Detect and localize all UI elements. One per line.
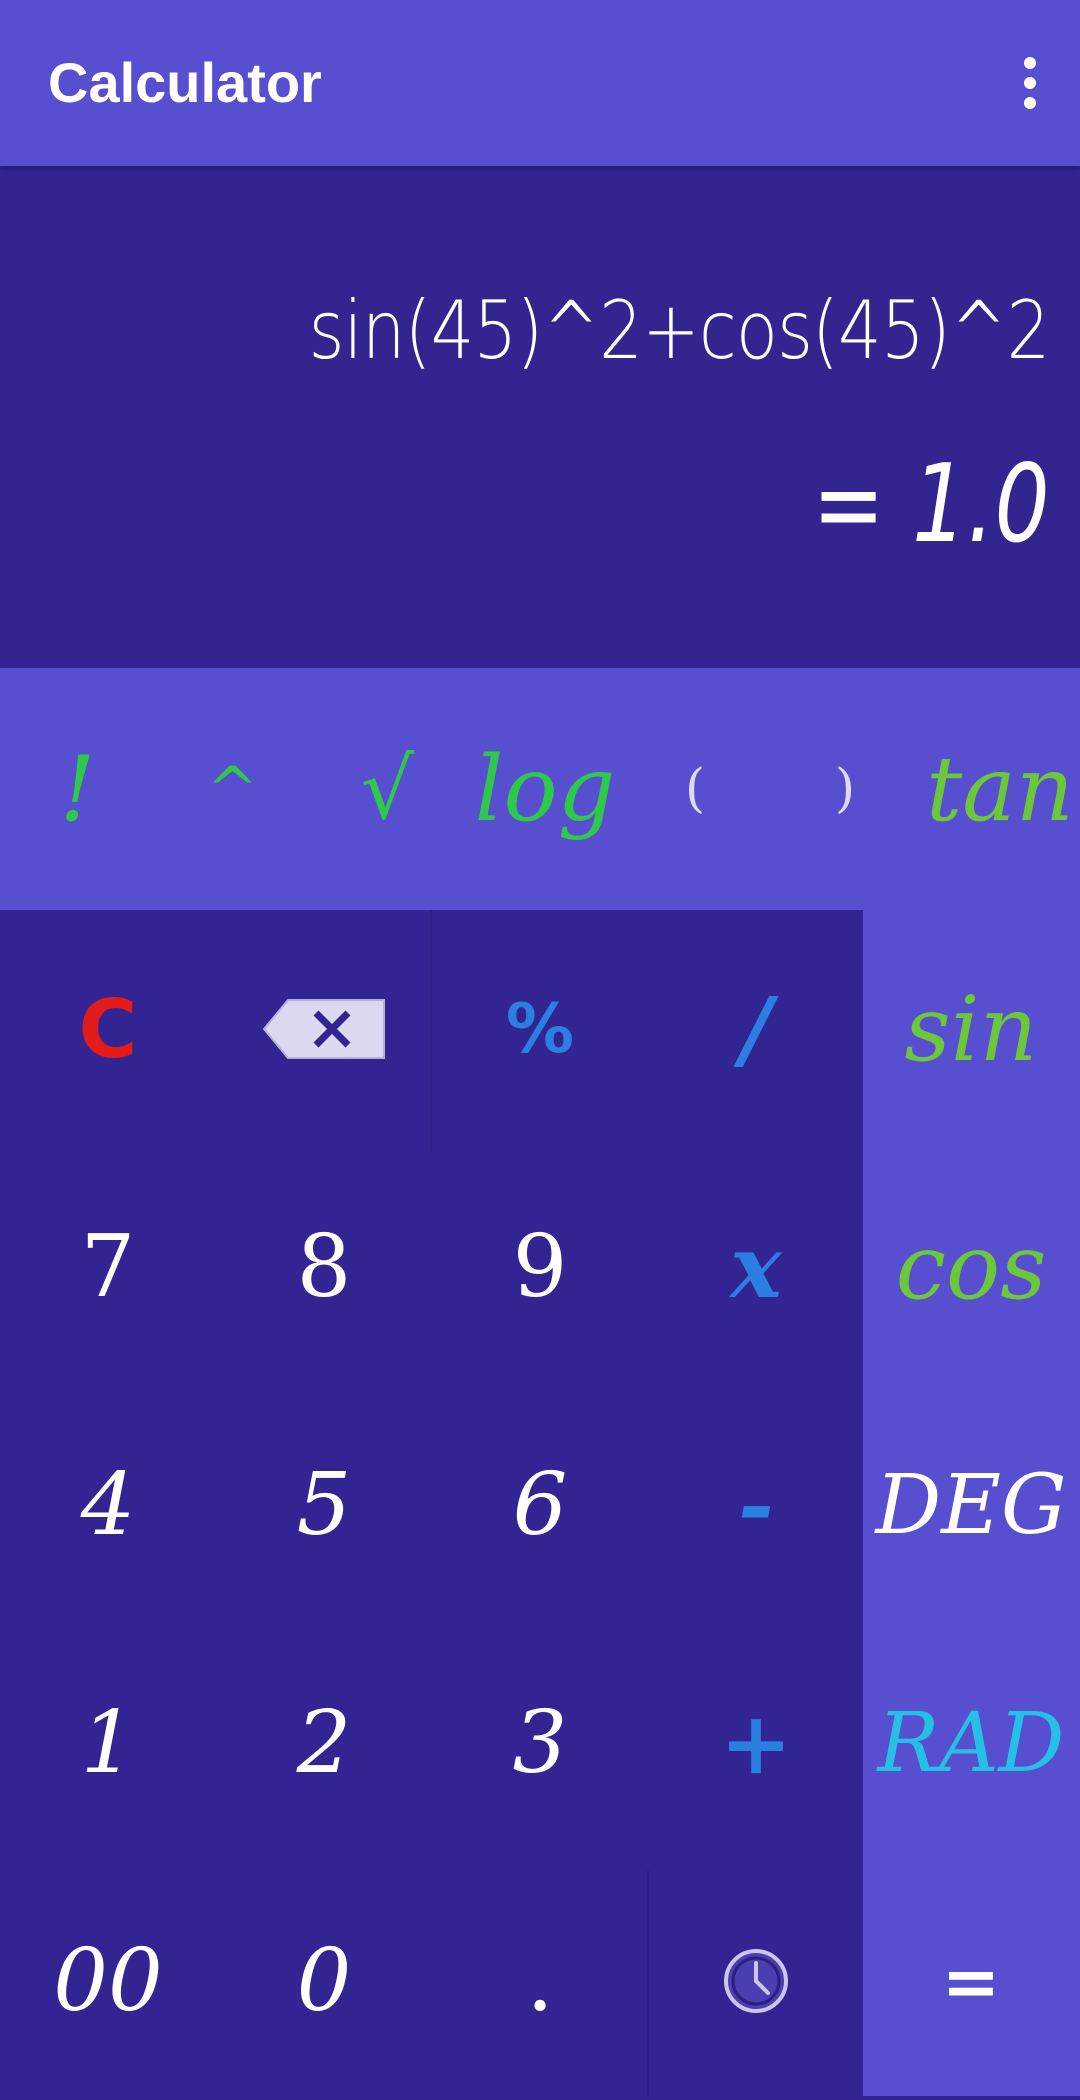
expression-text[interactable]: sin(45)^2+cos(45)^2 — [309, 284, 1051, 377]
digit-5-button[interactable]: 5 — [216, 1386, 432, 1624]
history-button[interactable] — [648, 1862, 864, 2100]
digit-2-button[interactable]: 2 — [216, 1624, 432, 1862]
result-text: = 1.0 — [812, 442, 1050, 567]
factorial-button[interactable]: ! — [20, 668, 135, 910]
digit-4-button[interactable]: 4 — [0, 1386, 216, 1624]
cos-button[interactable]: cos — [863, 1148, 1079, 1386]
log-button[interactable]: log — [465, 668, 625, 910]
app-bar: Calculator — [0, 0, 1080, 166]
digit-1-button[interactable]: 1 — [0, 1624, 216, 1862]
sin-button[interactable]: sin — [863, 910, 1079, 1148]
plus-button[interactable]: + — [648, 1624, 864, 1862]
digit-7-button[interactable]: 7 — [0, 1148, 216, 1386]
multiply-button[interactable]: x — [648, 1148, 864, 1386]
sqrt-button[interactable]: √ — [330, 668, 445, 910]
minus-button[interactable]: - — [648, 1386, 864, 1624]
digit-6-button[interactable]: 6 — [432, 1386, 648, 1624]
scientific-side-column: sin cos DEG RAD = — [863, 910, 1080, 2096]
deg-button[interactable]: DEG — [863, 1386, 1079, 1624]
percent-button[interactable]: % — [432, 910, 648, 1148]
app-title: Calculator — [48, 51, 322, 114]
keypad: C % / 7 8 9 x 4 5 6 - 1 2 3 + 00 0 . — [0, 910, 863, 2096]
equals-button[interactable]: = — [863, 1862, 1079, 2100]
function-row: ! ^ √ log ( ) tan — [0, 668, 1080, 910]
power-button[interactable]: ^ — [175, 668, 290, 910]
divide-button[interactable]: / — [648, 910, 864, 1148]
digit-0-button[interactable]: 0 — [216, 1862, 432, 2100]
backspace-button[interactable] — [216, 910, 432, 1148]
tan-button[interactable]: tan — [925, 668, 1075, 910]
decimal-button[interactable]: . — [432, 1862, 648, 2100]
backspace-icon — [262, 999, 385, 1059]
open-paren-button[interactable]: ( — [640, 668, 750, 910]
double-zero-button[interactable]: 00 — [0, 1862, 216, 2100]
close-paren-button[interactable]: ) — [790, 668, 900, 910]
digit-8-button[interactable]: 8 — [216, 1148, 432, 1386]
more-vert-icon[interactable] — [990, 43, 1070, 123]
clock-icon — [724, 1949, 788, 2013]
digit-3-button[interactable]: 3 — [432, 1624, 648, 1862]
display-panel: sin(45)^2+cos(45)^2 = 1.0 — [0, 166, 1080, 668]
clear-button[interactable]: C — [0, 910, 216, 1148]
rad-button[interactable]: RAD — [863, 1624, 1079, 1862]
digit-9-button[interactable]: 9 — [432, 1148, 648, 1386]
